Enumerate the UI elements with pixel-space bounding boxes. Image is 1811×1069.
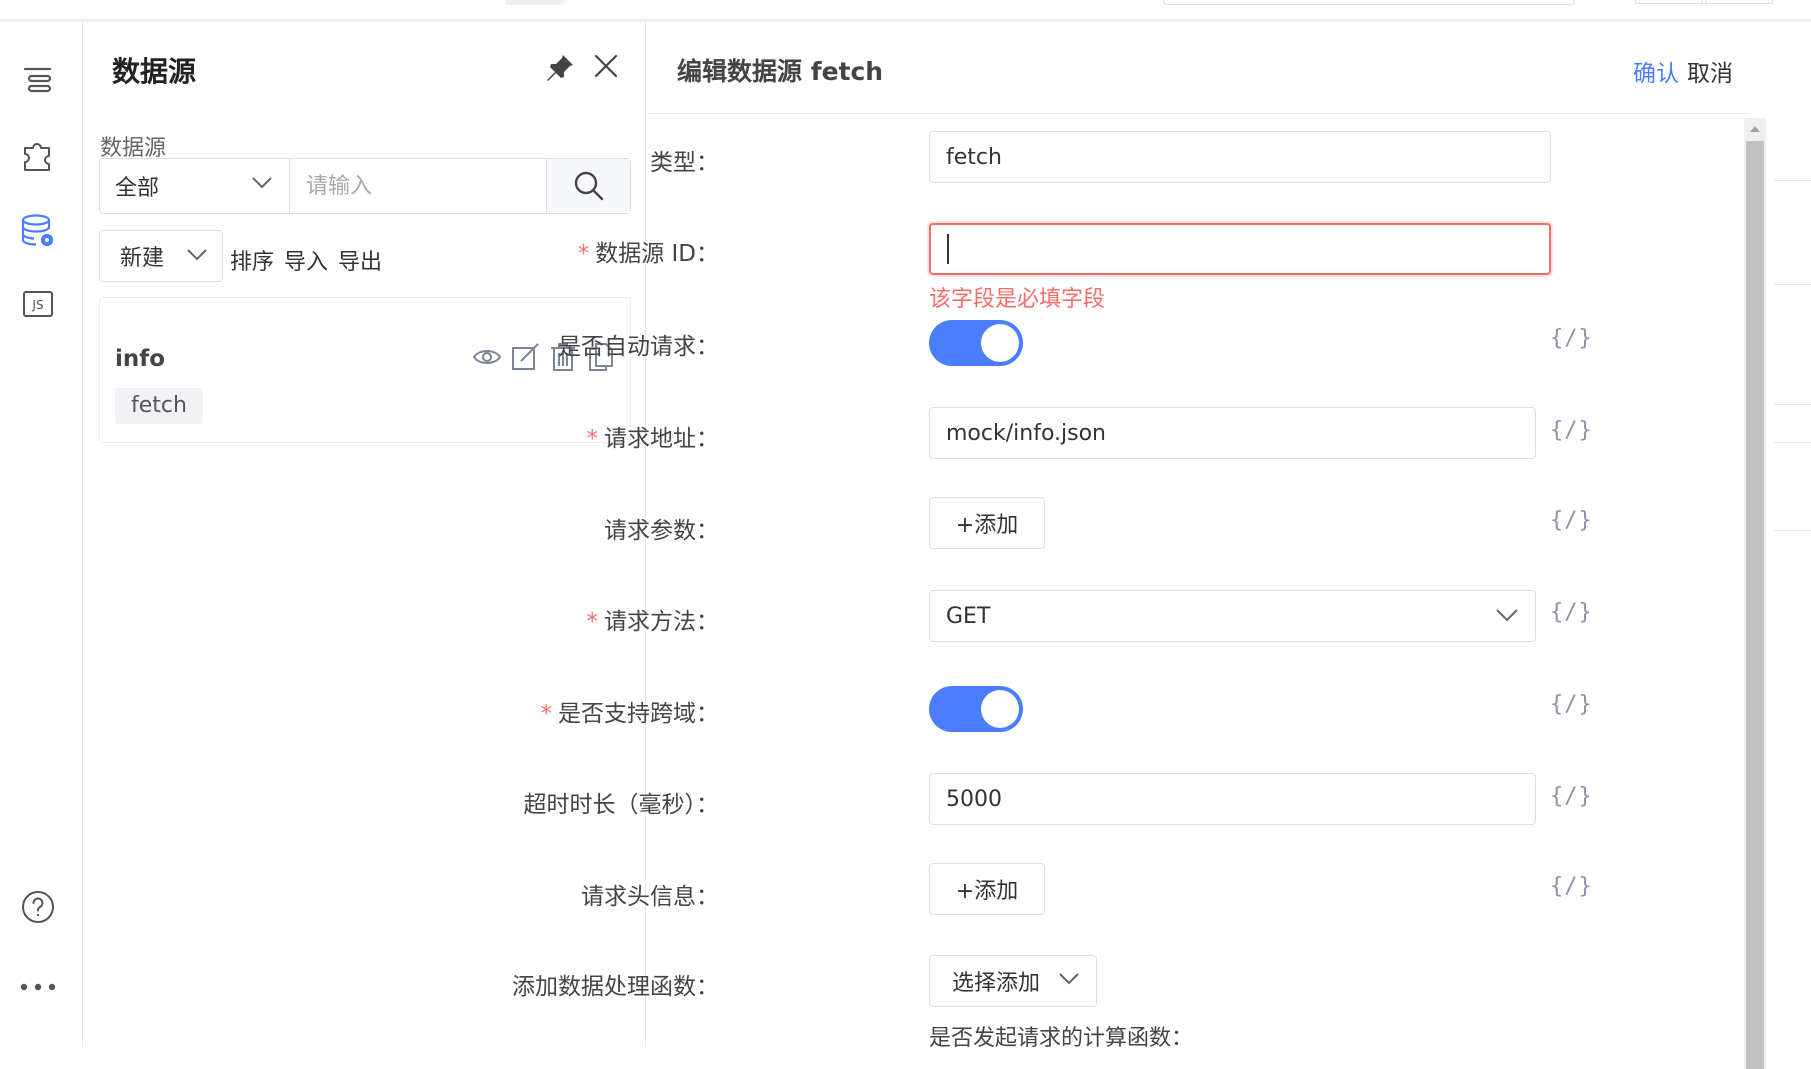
datasource-type-tag: fetch <box>115 388 203 424</box>
timeout-value: 5000 <box>946 786 1002 812</box>
datasource-panel: 数据源 数据源 全部 新建 排序 导入 导出 info fetch <box>84 22 646 1047</box>
chevron-down-icon <box>187 249 207 261</box>
filter-select-value: 全部 <box>115 176 160 201</box>
divider <box>1774 442 1811 443</box>
pin-icon[interactable] <box>546 52 576 82</box>
type-label: 类型： <box>650 150 719 176</box>
method-label: * 请求方法： <box>586 609 720 635</box>
new-datasource-button[interactable]: 新建 <box>99 230 223 282</box>
export-link[interactable]: 导出 <box>338 244 382 276</box>
toolbar-tab[interactable] <box>505 0 565 5</box>
search-icon <box>574 171 603 201</box>
divider <box>1774 404 1811 405</box>
code-toggle-button[interactable]: {/} <box>1550 600 1593 625</box>
type-field[interactable]: fetch <box>929 131 1551 183</box>
toolbar-button[interactable] <box>1635 0 1703 4</box>
confirm-button[interactable]: 确认 <box>1633 54 1679 88</box>
id-error-message: 该字段是必填字段 <box>929 287 1106 312</box>
headers-label: 请求头信息： <box>581 884 719 910</box>
panel-actions: 排序 导入 导出 <box>230 244 382 276</box>
help-icon[interactable] <box>16 885 60 929</box>
code-toggle-button[interactable]: {/} <box>1550 784 1593 809</box>
auto-fetch-toggle[interactable] <box>929 320 1023 366</box>
toggle-knob <box>981 324 1019 362</box>
code-toggle-button[interactable]: {/} <box>1550 418 1593 443</box>
filter-type-select[interactable]: 全部 <box>100 159 290 213</box>
type-value: fetch <box>946 144 1002 170</box>
url-value: mock/info.json <box>946 420 1106 446</box>
datasource-name: info <box>115 346 166 372</box>
toolbar-search[interactable] <box>1163 0 1575 5</box>
search-input[interactable] <box>290 159 546 213</box>
cors-label: * 是否支持跨域： <box>540 701 720 727</box>
method-value: GET <box>946 603 991 629</box>
edit-icon[interactable] <box>510 342 540 372</box>
code-toggle-button[interactable]: {/} <box>1550 874 1593 899</box>
method-select[interactable]: GET <box>929 590 1536 642</box>
import-link[interactable]: 导入 <box>284 244 328 276</box>
chevron-down-icon <box>252 177 272 189</box>
search-button[interactable] <box>546 159 630 213</box>
datasource-id-field[interactable] <box>929 223 1551 275</box>
outline-icon[interactable] <box>16 57 60 101</box>
add-handler-select[interactable]: 选择添加 <box>929 955 1097 1007</box>
divider <box>1774 180 1811 181</box>
add-params-button[interactable]: +添加 <box>929 497 1045 549</box>
panel-title: 数据源 <box>112 55 197 88</box>
close-icon[interactable] <box>590 50 622 82</box>
cors-toggle[interactable] <box>929 686 1023 732</box>
url-field[interactable]: mock/info.json <box>929 407 1536 459</box>
component-icon[interactable] <box>16 133 60 177</box>
scrollbar-thumb[interactable] <box>1746 141 1764 1069</box>
datasource-id-label: * 数据源 ID： <box>577 241 719 267</box>
toolbar-button[interactable] <box>1705 0 1773 4</box>
text-caret <box>947 234 949 264</box>
filter-group: 全部 <box>99 158 631 214</box>
scroll-up-arrow[interactable] <box>1750 126 1760 132</box>
more-icon[interactable] <box>16 965 60 1009</box>
add-headers-button[interactable]: +添加 <box>929 863 1045 915</box>
code-toggle-button[interactable]: {/} <box>1550 326 1593 351</box>
auto-fetch-label: 是否自动请求： <box>558 334 719 360</box>
js-icon[interactable]: JS <box>16 282 60 326</box>
code-toggle-button[interactable]: {/} <box>1550 508 1593 533</box>
editor-header: 编辑数据源 fetch 确认 取消 <box>647 22 1747 114</box>
divider <box>1774 284 1811 285</box>
cancel-button[interactable]: 取消 <box>1687 54 1733 88</box>
handler-label: 添加数据处理函数： <box>512 974 719 1000</box>
url-label: * 请求地址： <box>586 426 720 452</box>
handler-select-value: 选择添加 <box>952 971 1041 996</box>
chevron-down-icon <box>1059 973 1079 985</box>
divider <box>1774 530 1811 531</box>
should-fetch-label: 是否发起请求的计算函数： <box>929 1026 1194 1051</box>
sort-link[interactable]: 排序 <box>230 244 274 276</box>
timeout-label: 超时时长（毫秒）： <box>523 792 720 818</box>
datasource-icon[interactable] <box>16 209 60 253</box>
sidebar-rail: JS <box>0 22 83 1047</box>
editor-title: 编辑数据源 fetch <box>677 57 884 86</box>
timeout-field[interactable]: 5000 <box>929 773 1536 825</box>
top-toolbar <box>0 0 1811 22</box>
code-toggle-button[interactable]: {/} <box>1550 692 1593 717</box>
new-button-label: 新建 <box>120 246 165 271</box>
view-icon[interactable] <box>472 342 502 372</box>
params-label: 请求参数： <box>604 518 719 544</box>
svg-text:JS: JS <box>31 298 43 312</box>
chevron-down-icon <box>1496 609 1518 622</box>
editor-actions: 确认 取消 <box>1633 54 1733 88</box>
datasource-item[interactable]: info fetch <box>99 297 631 443</box>
toggle-knob <box>981 690 1019 728</box>
scrollbar[interactable] <box>1744 118 1766 1069</box>
